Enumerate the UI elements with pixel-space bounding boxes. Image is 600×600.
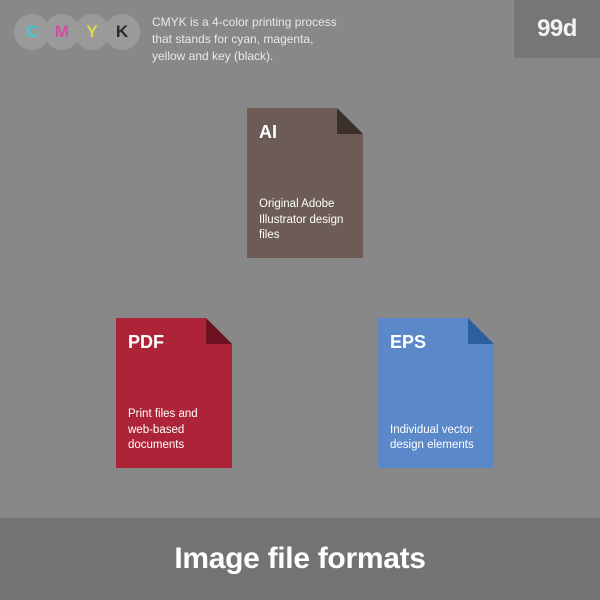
brand-logo: 99d	[514, 0, 600, 58]
cmyk-description: CMYK is a 4-color printing process that …	[152, 14, 342, 64]
file-body-ai: AI Original Adobe Illustrator design fil…	[247, 108, 363, 258]
file-desc-ai: Original Adobe Illustrator design files	[259, 197, 351, 244]
cmyk-m-letter: M	[55, 22, 69, 42]
file-body-pdf: PDF Print files and web-based documents	[116, 318, 232, 468]
cmyk-k-icon: K	[104, 14, 140, 50]
file-desc-eps: Individual vector design elements	[390, 423, 482, 454]
page-fold-icon	[337, 108, 363, 134]
cmyk-y-letter: Y	[86, 22, 97, 42]
cmyk-c-letter: C	[26, 22, 38, 42]
file-desc-pdf: Print files and web-based documents	[128, 407, 220, 454]
file-card-eps: EPS Individual vector design elements	[378, 318, 494, 468]
cmyk-badge: C M Y K	[14, 14, 134, 50]
brand-logo-text: 99d	[537, 15, 577, 43]
file-card-pdf: PDF Print files and web-based documents	[116, 318, 232, 468]
cmyk-k-letter: K	[116, 22, 128, 42]
footer-title: Image file formats	[174, 542, 425, 576]
file-body-eps: EPS Individual vector design elements	[378, 318, 494, 468]
page-fold-icon	[468, 318, 494, 344]
header: C M Y K CMYK is a 4-color printing proce…	[0, 0, 600, 64]
footer-band: Image file formats	[0, 518, 600, 600]
page-fold-icon	[206, 318, 232, 344]
file-card-ai: AI Original Adobe Illustrator design fil…	[247, 108, 363, 258]
